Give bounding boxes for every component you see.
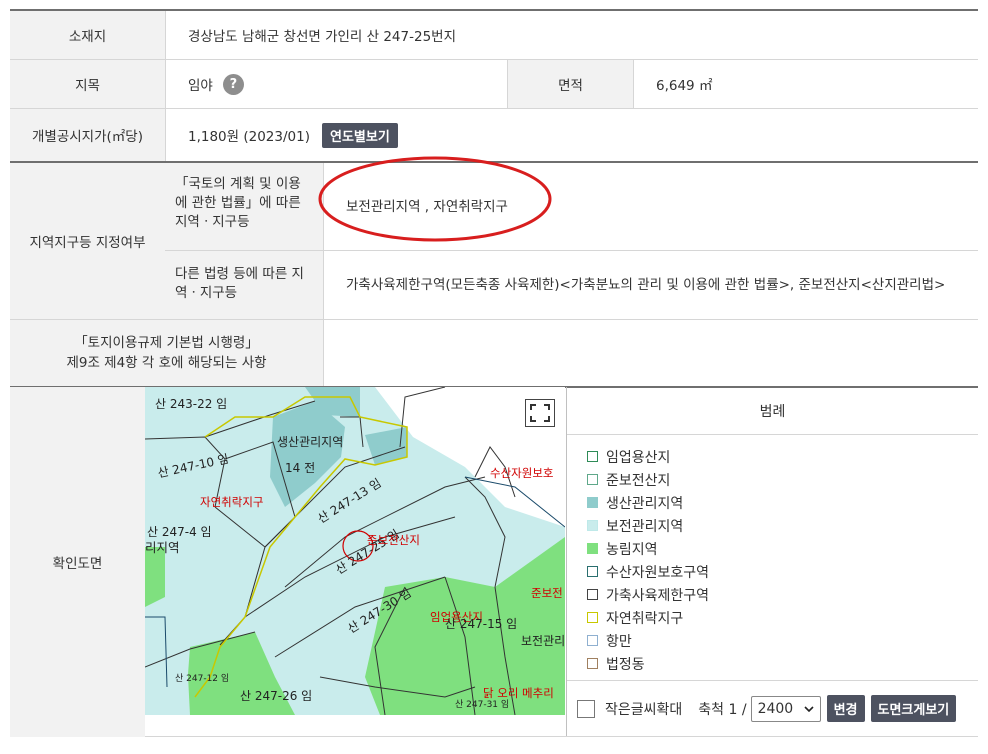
- legend-item-label: 보전관리지역: [606, 518, 684, 535]
- legend-item: 보전관리지역: [587, 514, 978, 537]
- fullscreen-button[interactable]: [525, 399, 555, 427]
- enforcement-value: [323, 320, 978, 386]
- legend-item-label: 항만: [606, 633, 632, 650]
- row-enforcement: 「토지이용규제 기본법 시행령」 제9조 제4항 각 호에 해당되는 사항: [10, 320, 978, 388]
- area-value: 6,649 ㎡: [633, 60, 978, 108]
- other-law-label: 다른 법령 등에 따른 지역ㆍ지구등: [165, 251, 323, 319]
- scale-select[interactable]: 2400: [750, 695, 821, 722]
- legend-item: 농림지역: [587, 537, 978, 560]
- map-row: 확인도면 산 243-22 임 생산관리지역 14 전 산 247-10 임 자…: [10, 387, 978, 737]
- legend-swatch: [587, 543, 598, 554]
- map-label-15: 산 247-15 임: [445, 617, 518, 631]
- legend-item: 자연취락지구: [587, 606, 978, 629]
- legend-item-label: 준보전산지: [606, 472, 671, 489]
- legend-item: 임업용산지: [587, 445, 978, 468]
- zoning-label: 지역지구등 지정여부: [10, 163, 165, 320]
- small-text-zoom-label: 작은글씨확대: [605, 701, 683, 718]
- map-label-3: 14 전: [285, 461, 316, 475]
- land-info-table: 소재지 경상남도 남해군 창선면 가인리 산 247-25번지 지목 임야 ? …: [10, 9, 978, 388]
- cadastral-map[interactable]: 산 243-22 임 생산관리지역 14 전 산 247-10 임 자연취락지구…: [145, 387, 565, 715]
- legend-swatch: [587, 589, 598, 600]
- map-label-7: 수산자원보호: [490, 466, 554, 480]
- legend-item-label: 자연취락지구: [606, 610, 684, 627]
- legend-item-label: 수산자원보호구역: [606, 564, 710, 581]
- land-category-cell: 임야 ?: [165, 60, 507, 108]
- legend-swatch: [587, 612, 598, 623]
- legend-item-label: 임업용산지: [606, 449, 671, 466]
- legend-swatch: [587, 658, 598, 669]
- map-label-5: 자연취락지구: [200, 495, 264, 509]
- land-category-label: 지목: [10, 60, 165, 108]
- enforcement-label-line1: 「토지이용규제 기본법 시행령」: [74, 335, 259, 351]
- legend-swatch: [587, 474, 598, 485]
- map-label: 확인도면: [10, 387, 145, 737]
- row-national-law: 「국토의 계획 및 이용 에 관한 법률」에 따른 지역ㆍ지구등 보전관리지역 …: [165, 163, 978, 251]
- national-law-label: 「국토의 계획 및 이용 에 관한 법률」에 따른 지역ㆍ지구등: [165, 163, 323, 250]
- legend-item-label: 농림지역: [606, 541, 658, 558]
- yearly-view-button[interactable]: 연도별보기: [321, 122, 398, 148]
- legend-swatch: [587, 451, 598, 462]
- legend-item: 가축사육제한구역: [587, 583, 978, 606]
- red-ellipse-annotation: [318, 156, 552, 242]
- fullscreen-icon: [530, 404, 550, 422]
- legend-swatch: [587, 566, 598, 577]
- enforcement-label: 「토지이용규제 기본법 시행령」 제9조 제4항 각 호에 해당되는 사항: [10, 320, 323, 386]
- legend-swatch: [587, 635, 598, 646]
- legend-swatch: [587, 497, 598, 508]
- chevron-down-icon: [804, 705, 814, 712]
- official-price-value: 1,180원 (2023/01): [188, 129, 310, 145]
- row-other-law: 다른 법령 등에 따른 지역ㆍ지구등 가축사육제한구역(모든축종 사육제한)<가…: [165, 251, 978, 320]
- map-label-11: 준보전산지: [367, 533, 420, 547]
- location-label: 소재지: [10, 11, 165, 59]
- legend-item: 수산자원보호구역: [587, 560, 978, 583]
- map-label-18: 산 247-26 임: [240, 689, 313, 703]
- row-location: 소재지 경상남도 남해군 창선면 가인리 산 247-25번지: [10, 11, 978, 60]
- legend-panel: 범례 임업용산지 준보전산지 생산관리지역 보전관리지역 농림지역 수산자원보호…: [566, 387, 978, 736]
- official-price-cell: 1,180원 (2023/01) 연도별보기: [165, 109, 978, 161]
- other-law-value: 가축사육제한구역(모든축종 사육제한)<가축분뇨의 관리 및 이용에 관한 법률…: [323, 251, 978, 319]
- change-scale-button[interactable]: 변경: [826, 695, 865, 722]
- legend-swatch: [587, 520, 598, 531]
- legend-item: 항만: [587, 629, 978, 652]
- legend-item-label: 생산관리지역: [606, 495, 684, 512]
- legend-list: 임업용산지 준보전산지 생산관리지역 보전관리지역 농림지역 수산자원보호구역 …: [567, 435, 978, 675]
- land-category-value: 임야: [188, 78, 213, 94]
- legend-item-label: 법정동: [606, 656, 645, 673]
- legend-title: 범례: [567, 387, 978, 435]
- area-label: 면적: [507, 60, 633, 108]
- view-large-map-button[interactable]: 도면크게보기: [870, 695, 957, 722]
- map-label-1: 산 243-22 임: [155, 397, 228, 411]
- map-controls: 작은글씨확대 축척 1 / 2400 변경 도면크게보기: [567, 680, 978, 736]
- row-land-category: 지목 임야 ? 면적 6,649 ㎡: [10, 60, 978, 109]
- help-icon[interactable]: ?: [222, 73, 244, 95]
- map-label-13: 준보전: [531, 586, 563, 600]
- legend-item: 준보전산지: [587, 468, 978, 491]
- map-label-2: 생산관리지역: [277, 435, 344, 449]
- scale-select-value: 2400: [757, 700, 794, 717]
- map-label-20: 산 247-31 임: [455, 700, 510, 710]
- small-text-zoom-checkbox[interactable]: [577, 699, 595, 718]
- legend-item: 생산관리지역: [587, 491, 978, 514]
- legend-item-label: 가축사육제한구역: [606, 587, 710, 604]
- official-price-label: 개별공시지가(㎡당): [10, 109, 165, 161]
- location-value: 경상남도 남해군 창선면 가인리 산 247-25번지: [165, 11, 978, 59]
- map-label-9: 리지역: [145, 540, 180, 555]
- scale-label: 축척 1 /: [698, 701, 747, 718]
- legend-item: 법정동: [587, 652, 978, 675]
- map-label-17: 산 247-12 임: [175, 674, 230, 684]
- enforcement-label-line2: 제9조 제4항 각 호에 해당되는 사항: [66, 355, 267, 371]
- map-label-16: 보전관리: [521, 634, 565, 648]
